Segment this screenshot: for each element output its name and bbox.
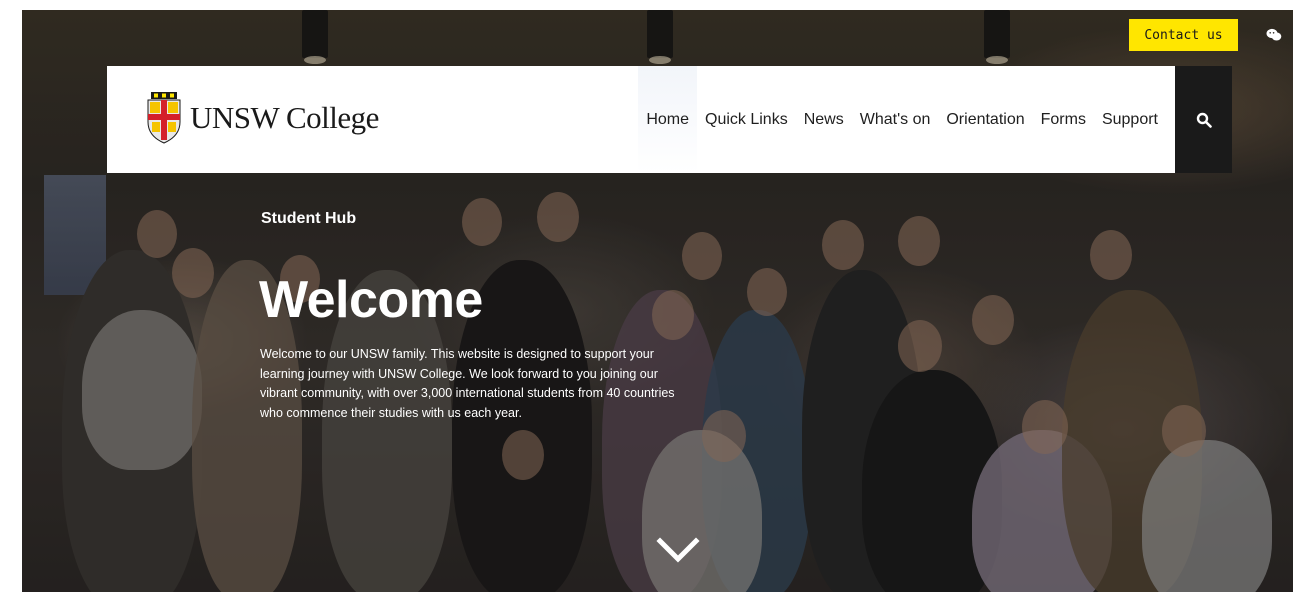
hero-intro-text: Welcome to our UNSW family. This website… (260, 347, 675, 420)
hero-eyebrow: Student Hub (261, 210, 357, 227)
search-icon (1196, 112, 1212, 128)
contact-us-button[interactable]: Contact us (1129, 19, 1238, 51)
main-navbar: UNSW College Home Quick Links News What'… (107, 66, 1175, 173)
logo-text: UNSW College (190, 100, 379, 135)
hero-title: Welcome (259, 271, 483, 329)
nav-support[interactable]: Support (1094, 66, 1166, 173)
nav-quick-links[interactable]: Quick Links (697, 66, 796, 173)
page: Contact us UNSW College Home Quick Links… (0, 0, 1293, 592)
nav-menu: Home Quick Links News What's on Orientat… (638, 66, 1166, 173)
wechat-icon[interactable] (1266, 28, 1282, 42)
nav-home[interactable]: Home (638, 66, 697, 173)
unsw-crest-logo (147, 92, 181, 144)
nav-whats-on[interactable]: What's on (852, 66, 939, 173)
nav-orientation[interactable]: Orientation (938, 66, 1032, 173)
nav-news[interactable]: News (796, 66, 852, 173)
search-button[interactable] (1175, 66, 1232, 173)
unsw-college-logo[interactable]: UNSW College (147, 92, 379, 144)
chevron-down-icon[interactable] (656, 535, 700, 565)
nav-forms[interactable]: Forms (1033, 66, 1094, 173)
